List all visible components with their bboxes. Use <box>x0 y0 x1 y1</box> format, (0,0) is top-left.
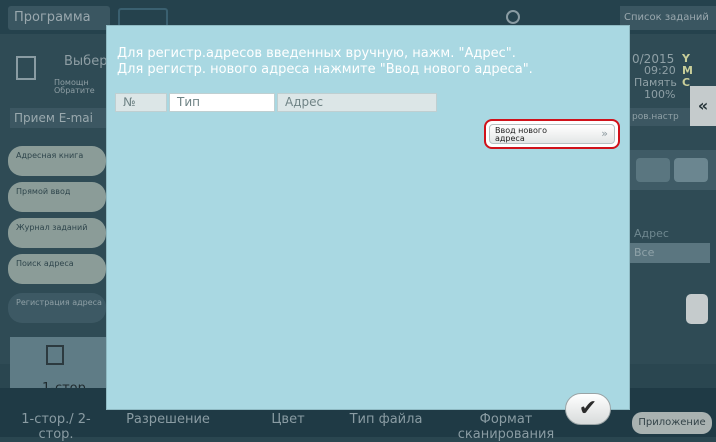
bottom-resolution-tab[interactable]: Разрешение <box>118 412 218 427</box>
dialog-message: Для регистр.адресов введенных вручную, н… <box>117 46 617 78</box>
new-address-label: Ввод нового адреса <box>495 126 548 143</box>
grid-view-icon[interactable] <box>636 158 670 182</box>
register-address-dialog: Для регистр.адресов введенных вручную, н… <box>106 25 630 410</box>
tab-program[interactable]: Программа <box>8 6 110 30</box>
bottom-duplex-label: 1-стор./ 2-стор. <box>21 412 91 442</box>
receive-email-tab[interactable]: Прием E-mai <box>10 108 106 128</box>
address-search-label: Поиск адреса <box>16 259 74 268</box>
column-type-label: Тип <box>177 95 200 109</box>
checkmark-icon: ✔ <box>578 396 598 421</box>
search-icon[interactable] <box>506 10 520 24</box>
dialog-message-line2: Для регистр. нового адреса нажмите "Ввод… <box>117 62 533 77</box>
address-book-button[interactable]: Адресная книга <box>8 146 106 176</box>
tab-job-list[interactable]: Список заданий <box>620 6 716 30</box>
list-view-icon[interactable] <box>674 158 708 182</box>
bottom-color-label: Цвет <box>271 412 305 427</box>
tab-program-label: Программа <box>14 10 91 25</box>
address-search-button[interactable]: Поиск адреса <box>8 254 106 284</box>
direct-input-label: Прямой ввод <box>16 187 71 196</box>
column-type-header: Тип <box>169 93 275 112</box>
address-filter-value: Все <box>634 246 655 259</box>
double-chevron-left-icon: « <box>697 96 709 115</box>
application-label: Приложение <box>638 417 706 428</box>
bottom-duplex-tab[interactable]: 1-стор./ 2-стор. <box>6 412 106 442</box>
destination-header: Выбери Помощн Обратите <box>10 50 116 98</box>
job-log-label: Журнал заданий <box>16 223 88 232</box>
new-address-button[interactable]: Ввод нового адреса » <box>489 124 615 144</box>
bottom-resolution-label: Разрешение <box>126 412 210 427</box>
dialog-message-line1: Для регистр.адресов введенных вручную, н… <box>117 46 516 61</box>
tab-job-list-label: Список заданий <box>624 12 709 23</box>
ok-button[interactable]: ✔ <box>565 393 611 425</box>
bottom-filetype-label: Тип файла <box>349 412 423 427</box>
column-address-label: Адрес <box>285 95 324 109</box>
address-filter-select[interactable]: Все <box>630 243 710 263</box>
help-line2: Обратите <box>54 86 95 95</box>
double-chevron-right-icon: » <box>601 127 608 140</box>
register-address-button[interactable]: Регистрация адреса <box>8 293 106 323</box>
bottom-scan-size-tab[interactable]: Формат сканирования <box>456 412 556 442</box>
new-address-highlight: Ввод нового адреса » <box>484 119 620 149</box>
column-number-label: № <box>123 95 136 109</box>
receive-email-label: Прием E-mai <box>14 111 93 125</box>
status-memory-pct: 100% <box>644 88 676 101</box>
bottom-color-tab[interactable]: Цвет <box>248 412 328 427</box>
column-number-header: № <box>115 93 167 112</box>
toner-c: C <box>682 76 691 89</box>
register-address-label: Регистрация адреса <box>16 298 102 307</box>
settings-tab[interactable]: ров.настр <box>630 108 690 126</box>
application-button[interactable]: Приложение <box>632 412 712 434</box>
job-log-button[interactable]: Журнал заданий <box>8 218 106 248</box>
column-address-header: Адрес <box>277 93 437 112</box>
view-switch <box>630 150 716 190</box>
document-icon <box>16 56 36 80</box>
address-field-label: Адрес <box>634 227 669 240</box>
collapse-panel-button[interactable]: « <box>690 86 716 126</box>
scroll-down-button[interactable] <box>686 294 708 324</box>
settings-tab-label: ров.настр <box>632 112 679 122</box>
bottom-scan-size-label: Формат сканирования <box>457 412 555 442</box>
page-icon <box>46 345 64 365</box>
direct-input-button[interactable]: Прямой ввод <box>8 182 106 212</box>
bottom-filetype-tab[interactable]: Тип файла <box>336 412 436 427</box>
address-book-label: Адресная книга <box>16 151 84 160</box>
